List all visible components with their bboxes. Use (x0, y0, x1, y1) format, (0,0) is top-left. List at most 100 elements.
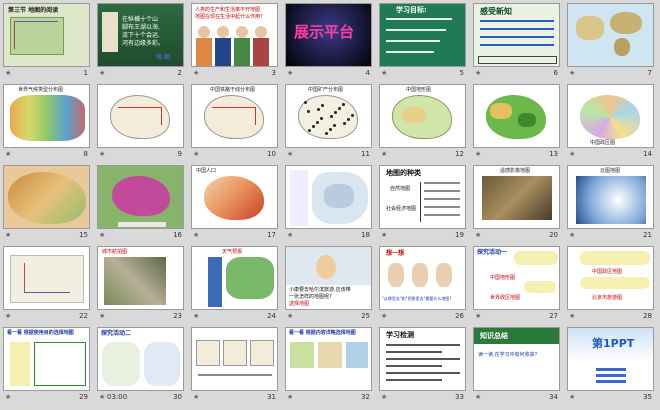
slide-thumbnail[interactable]: 中国人口 (191, 165, 278, 229)
slide-thumbnail-cell[interactable]: 想一想 "从哪里去"和"到那里去"需要什么地图? 26 ★ (379, 246, 466, 323)
slide-thumbnail-cell[interactable]: 看一看 根据使用目的选择地图 29 ★ (3, 327, 90, 404)
slide-thumbnail[interactable] (3, 165, 90, 229)
slide-thumbnail[interactable] (97, 84, 184, 148)
slide-thumbnail-cell[interactable]: 学习检测 33 ★ (379, 327, 466, 404)
map-graphic (223, 340, 247, 366)
slide-thumbnail-cell[interactable]: 中国政区地图 北京市旅游图 28 ★ (567, 246, 654, 323)
slide-thumbnail[interactable]: 看一看 根据使用目的选择地图 (3, 327, 90, 391)
map-graphic (8, 172, 86, 224)
slide-thumbnail[interactable]: 想一想 "从哪里去"和"到那里去"需要什么地图? (379, 246, 466, 310)
slide-thumbnail-cell[interactable]: 第1PPT 35 ★ (567, 327, 654, 404)
slide-thumbnail-cell[interactable]: 15 ★ (3, 165, 90, 242)
slide-thumbnail[interactable] (473, 84, 560, 148)
slide-thumbnail[interactable]: 学习检测 (379, 327, 466, 391)
slide-thumbnail-cell[interactable]: 看一看 根据内容详略选择地图 32 ★ (285, 327, 372, 404)
slide-thumbnail-cell[interactable]: 地图的种类 自然地图 社会经济地图 19 ★ (379, 165, 466, 242)
slide-thumbnail[interactable]: 展示平台 (285, 3, 372, 67)
slide-thumbnail[interactable]: 世界气候类型分布图 (3, 84, 90, 148)
text-line (596, 380, 626, 383)
slide-thumbnail-cell[interactable]: 知识总结 读一读,在学习中有何收获？ 34 ★ (473, 327, 560, 404)
slide-text: 知识总结 (480, 332, 508, 340)
slide-thumbnail[interactable]: 人类的生产和生活离不开地图 地图在现在生活中起什么作用？ (191, 3, 278, 67)
star-icon: ★ (569, 393, 576, 401)
slide-thumbnail[interactable]: 感受新知 (473, 3, 560, 67)
slide-thumbnail-cell[interactable]: 天气预报 24 ★ (191, 246, 278, 323)
slide-thumbnail[interactable] (567, 3, 654, 67)
slide-text: 中国矿产分布图 (308, 87, 344, 93)
slide-thumbnail[interactable]: 地图的种类 自然地图 社会经济地图 (379, 165, 466, 229)
star-icon: ★ (193, 393, 200, 401)
slide-text: 社会经济地图 (386, 206, 417, 212)
slide-thumbnail-cell[interactable]: 探究活动二 30 03:00 ★ (97, 327, 184, 404)
slide-thumbnail[interactable]: 探究活动二 (97, 327, 184, 391)
slide-thumbnail[interactable]: 城市航拍图 (97, 246, 184, 310)
slide-thumbnail[interactable] (3, 246, 90, 310)
slide-thumbnail-cell[interactable]: 7 ★ (567, 3, 654, 80)
slide-thumbnail[interactable]: 第1PPT (567, 327, 654, 391)
map-graphic (112, 176, 170, 216)
slide-thumbnail[interactable]: 中国铁路干线分布图 (191, 84, 278, 148)
slide-text: 学习目标: (396, 6, 427, 14)
text-line (386, 40, 440, 42)
slide-thumbnail-cell[interactable]: 展示平台 4 ★ (285, 3, 372, 80)
slide-number: 24 (267, 312, 276, 320)
slide-number: 21 (643, 231, 652, 239)
text-line (198, 374, 272, 376)
slide-thumbnail[interactable]: 中国矿产分布图 (285, 84, 372, 148)
slide-thumbnail[interactable]: 云图地图 (567, 165, 654, 229)
slide-number: 9 (177, 150, 182, 158)
slide-thumbnail-cell[interactable]: 第三节 地图的阅读 1 ★ (3, 3, 90, 80)
slide-thumbnail[interactable]: 看一看 根据内容详略选择地图 (285, 327, 372, 391)
slide-thumbnail[interactable] (97, 165, 184, 229)
slide-number: 20 (549, 231, 558, 239)
slide-thumbnail-cell[interactable]: 世界气候类型分布图 8 ★ (3, 84, 90, 161)
slide-number: 26 (455, 312, 464, 320)
slide-thumbnail[interactable]: 知识总结 读一读,在学习中有何收获？ (473, 327, 560, 391)
slide-thumbnail-cell[interactable]: 9 ★ (97, 84, 184, 161)
slide-thumbnail[interactable]: 第三节 地图的阅读 (3, 3, 90, 67)
slide-thumbnail[interactable]: 天气预报 (191, 246, 278, 310)
text-line (386, 365, 442, 367)
slide-thumbnail[interactable]: 探究活动一 中国地形图 世界政区地图 (473, 246, 560, 310)
slide-thumbnail-cell[interactable]: 16 ★ (97, 165, 184, 242)
slide-thumbnail-cell[interactable]: 22 ★ (3, 246, 90, 323)
slide-thumbnail-cell[interactable]: 18 ★ (285, 165, 372, 242)
slide-thumbnail-cell[interactable]: 云图地图 21 ★ (567, 165, 654, 242)
slide-thumbnail[interactable]: 中国政区地图 北京市旅游图 (567, 246, 654, 310)
slide-thumbnail-cell[interactable]: 城市航拍图 23 ★ (97, 246, 184, 323)
slide-thumbnail-cell[interactable]: 中国地形图 12 ★ (379, 84, 466, 161)
slide-thumbnail[interactable]: 中国地形图 (379, 84, 466, 148)
slide-thumbnail[interactable]: 学习目标: (379, 3, 466, 67)
slide-thumbnail-cell[interactable]: 人类的生产和生活离不开地图 地图在现在生活中起什么作用？ 3 ★ (191, 3, 278, 80)
slide-thumbnail-cell[interactable]: 遥感影像地图 20 ★ (473, 165, 560, 242)
continent (610, 12, 642, 34)
slide-text: 第1PPT (592, 337, 635, 350)
map-graphic (298, 95, 358, 139)
person-body (234, 38, 250, 66)
slide-thumbnail-cell[interactable]: 小康要去哈尔滨旅游,应该带 一张怎样的地图呢? 选择地图 25 ★ (285, 246, 372, 323)
map-graphic (290, 342, 314, 368)
slide-thumbnail[interactable] (191, 327, 278, 391)
slide-thumbnail-cell[interactable]: 在纵横十个山 脚布王湖以海, 流下十个会运, 河有边缘多彩。地 图 2 ★ (97, 3, 184, 80)
slide-thumbnail[interactable]: 遥感影像地图 (473, 165, 560, 229)
slide-thumbnail-cell[interactable]: 中国铁路干线分布图 10 ★ (191, 84, 278, 161)
slide-number: 18 (361, 231, 370, 239)
slide-thumbnail-cell[interactable]: 中国人口 17 ★ (191, 165, 278, 242)
slide-thumbnail-cell[interactable]: 31 ★ (191, 327, 278, 404)
slide-thumbnail-cell[interactable]: 中国政区图 14 ★ (567, 84, 654, 161)
slide-thumbnail-cell[interactable]: 13 ★ (473, 84, 560, 161)
star-icon: ★ (381, 312, 388, 320)
slide-thumbnail[interactable]: 中国政区图 (567, 84, 654, 148)
slide-text: 天气预报 (222, 249, 243, 255)
legend (290, 170, 308, 226)
slide-thumbnail[interactable] (285, 165, 372, 229)
slide-thumbnail[interactable]: 在纵横十个山 脚布王湖以海, 流下十个会运, 河有边缘多彩。地 图 (97, 3, 184, 67)
list-box (10, 342, 30, 386)
slide-text: 第三节 地图的阅读 (8, 7, 59, 14)
slide-thumbnail-cell[interactable]: 探究活动一 中国地形图 世界政区地图 27 ★ (473, 246, 560, 323)
slide-thumbnail-cell[interactable]: 中国矿产分布图 11 ★ (285, 84, 372, 161)
slide-thumbnail-cell[interactable]: 感受新知 6 ★ (473, 3, 560, 80)
slide-thumbnail[interactable]: 小康要去哈尔滨旅游,应该带 一张怎样的地图呢? 选择地图 (285, 246, 372, 310)
slide-thumbnail-cell[interactable]: 学习目标: 5 ★ (379, 3, 466, 80)
map-graphic (346, 342, 368, 368)
